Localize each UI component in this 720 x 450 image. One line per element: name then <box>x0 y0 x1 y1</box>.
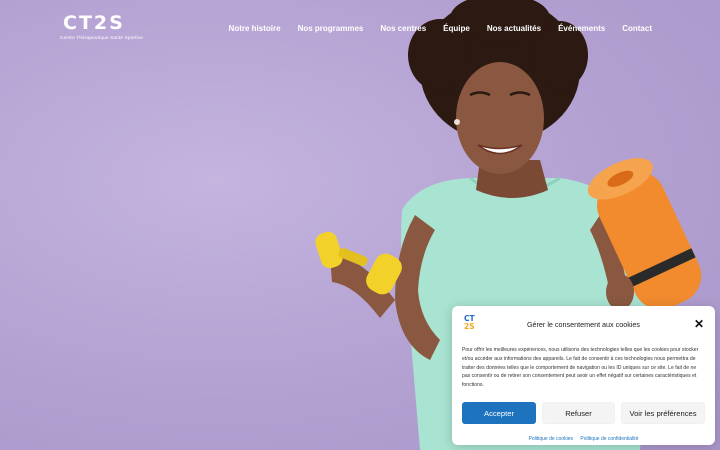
nav-item-nos-programmes[interactable]: Nos programmes <box>298 24 364 33</box>
nav-item-notre-histoire[interactable]: Notre histoire <box>229 24 281 33</box>
accept-button[interactable]: Accepter <box>462 402 536 424</box>
nav-item-evenements[interactable]: Événements <box>558 24 605 33</box>
main-nav: Notre histoire Nos programmes Nos centre… <box>229 24 652 33</box>
close-icon[interactable]: ✕ <box>693 318 705 330</box>
cookie-button-row: Accepter Refuser Voir les préférences <box>462 402 705 424</box>
privacy-policy-link[interactable]: Politique de confidentialité <box>580 436 638 442</box>
cookie-banner-title: Gérer le consentement aux cookies <box>526 320 641 329</box>
nav-item-nos-actualites[interactable]: Nos actualités <box>487 24 541 33</box>
cookie-banner-text: Pour offrir les meilleures expériences, … <box>462 347 699 389</box>
nav-item-contact[interactable]: Contact <box>622 24 652 33</box>
site-logo[interactable]: CT2S Centre Thérapeutique Santé Sportive <box>60 12 143 46</box>
cookie-consent-banner: CT 2S Gérer le consentement aux cookies … <box>452 306 715 445</box>
nav-item-nos-centres[interactable]: Nos centres <box>380 24 426 33</box>
refuse-button[interactable]: Refuser <box>542 402 615 424</box>
logo-subtitle: Centre Thérapeutique Santé Sportive <box>60 35 144 40</box>
cookie-policy-links: Politique de cookies Politique de confid… <box>452 436 715 442</box>
nav-item-equipe[interactable]: Équipe <box>443 24 470 33</box>
site-header: CT2S Centre Thérapeutique Santé Sportive… <box>0 0 720 60</box>
logo-mark: CT2S <box>63 12 125 34</box>
view-preferences-button[interactable]: Voir les préférences <box>621 402 705 424</box>
cookie-policy-link[interactable]: Politique de cookies <box>529 436 573 442</box>
